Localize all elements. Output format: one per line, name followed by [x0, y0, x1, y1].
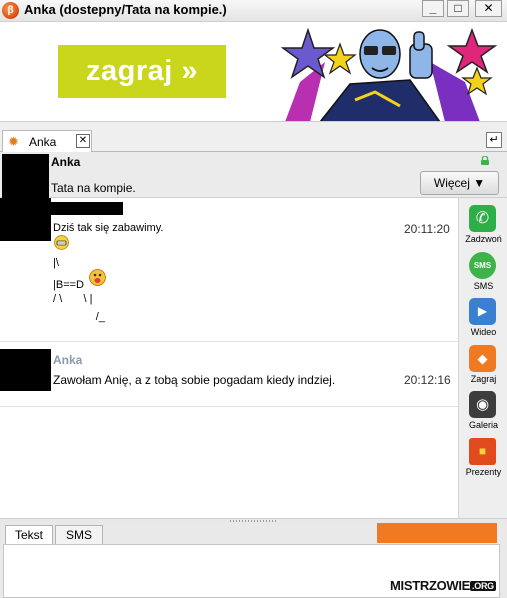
ad-play-button[interactable]: zagraj »: [58, 45, 226, 98]
gallery-button[interactable]: ◉ Galeria: [459, 391, 507, 436]
ascii-art-line: |\: [53, 257, 59, 269]
watermark: MISTRZOWIE .ORG: [390, 578, 496, 593]
avatar: [2, 154, 49, 198]
sms-button[interactable]: SMS SMS: [459, 252, 507, 297]
ad-mascot-illustration: [280, 27, 498, 121]
message-separator: [0, 406, 458, 407]
grin-emoticon-icon: [54, 235, 69, 250]
sidebar-label: Zadzwoń: [465, 234, 502, 244]
message-time: 20:12:16: [404, 373, 451, 387]
sidebar-label: Galeria: [468, 420, 498, 430]
message-list: Dziś tak się zabawimy. 20:11:20 |\ |B==D…: [0, 198, 458, 518]
action-sidebar: ✆ Zadzwoń SMS SMS ▶ Wideo ◆ Zagraj ◉ Gal…: [458, 198, 507, 518]
more-button[interactable]: Więcej ▼: [420, 171, 499, 195]
watermark-suffix: .ORG: [470, 581, 496, 591]
tab-label: Anka: [29, 135, 57, 149]
sender-name-redacted: [51, 202, 123, 215]
message-text: Dziś tak się zabawimy.: [53, 222, 164, 234]
message-text: Zawołam Anię, a z tobą sobie pogadam kie…: [53, 373, 336, 387]
orange-accent-bar: [377, 523, 497, 543]
conversation-tab-strip: ✹ Anka ✕: [0, 122, 507, 152]
close-button[interactable]: ✕: [475, 0, 502, 17]
maximize-button[interactable]: □: [447, 0, 469, 17]
message-separator: [0, 341, 458, 342]
window-title: Anka (dostepny/Tata na kompie.): [24, 2, 227, 17]
contact-status: Tata na kompie.: [51, 181, 136, 195]
ascii-art-line: / \ \ |: [53, 293, 93, 305]
tab-sms[interactable]: SMS: [55, 525, 103, 545]
game-icon: ◆: [469, 345, 496, 372]
sidebar-label: SMS: [473, 281, 494, 291]
lock-icon: [481, 156, 489, 165]
contact-header: Anka Tata na kompie. Więcej ▼: [0, 152, 507, 198]
contact-name: Anka: [51, 155, 81, 169]
tongue-emoticon-icon: [89, 269, 106, 286]
detach-window-icon[interactable]: ↵: [486, 132, 502, 148]
ascii-art-line: /_: [53, 311, 105, 323]
tab-anka[interactable]: ✹ Anka ✕: [2, 130, 92, 152]
gift-icon: ■: [469, 438, 496, 465]
sms-icon: SMS: [469, 252, 496, 279]
sidebar-label: Wideo: [470, 327, 497, 337]
phone-icon: ✆: [469, 205, 496, 232]
sidebar-label: Prezenty: [465, 467, 502, 477]
ad-banner[interactable]: zagraj »: [0, 22, 507, 122]
tab-text[interactable]: Tekst: [5, 525, 53, 546]
title-bar: β Anka (dostepny/Tata na kompie.) _ □ ✕: [0, 0, 507, 22]
avatar: [0, 198, 51, 241]
call-button[interactable]: ✆ Zadzwoń: [459, 205, 507, 250]
message-sender: Anka: [53, 353, 83, 367]
camera-icon: ◉: [469, 391, 496, 418]
status-sun-icon: ✹: [8, 134, 19, 149]
message-time: 20:11:20: [404, 222, 450, 236]
video-button[interactable]: ▶ Wideo: [459, 298, 507, 343]
message-input-area: Tekst SMS MISTRZOWIE .ORG: [0, 523, 507, 598]
video-icon: ▶: [469, 298, 496, 325]
gifts-button[interactable]: ■ Prezenty: [459, 438, 507, 483]
play-game-button[interactable]: ◆ Zagraj: [459, 345, 507, 390]
watermark-text: MISTRZOWIE: [390, 578, 471, 593]
sidebar-label: Zagraj: [470, 374, 497, 384]
avatar: [0, 349, 51, 391]
app-icon: β: [2, 2, 19, 19]
minimize-button[interactable]: _: [422, 0, 444, 17]
splitter-grip-icon: [230, 520, 278, 522]
tab-close-icon[interactable]: ✕: [76, 134, 90, 148]
